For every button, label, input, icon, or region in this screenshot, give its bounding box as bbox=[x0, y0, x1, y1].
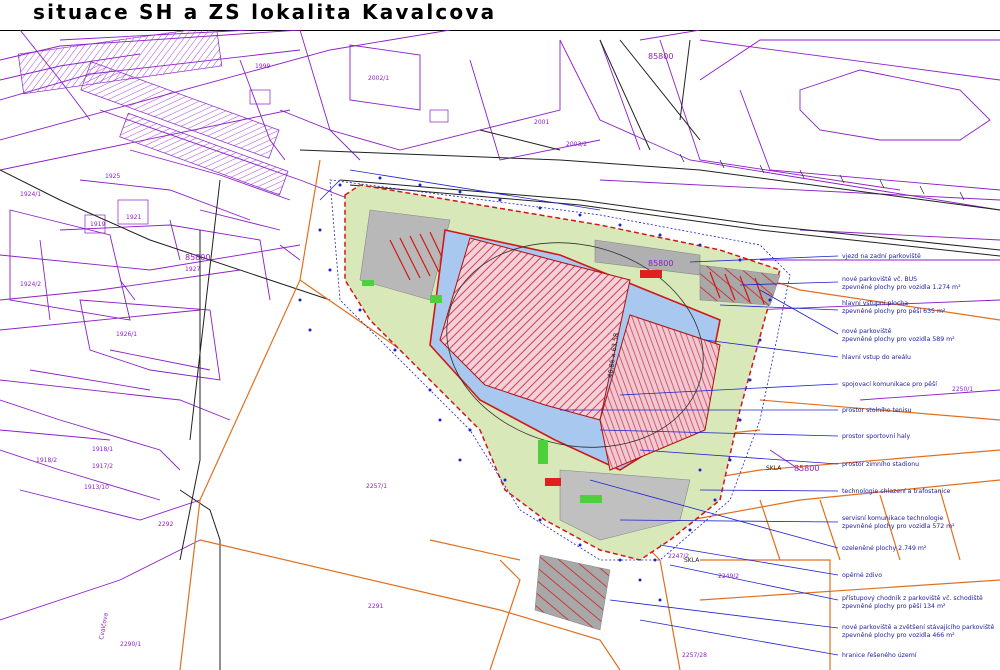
parcel-label: 2249/2 bbox=[718, 573, 739, 580]
red-block bbox=[640, 270, 662, 278]
parcel-label: 1925 bbox=[105, 173, 120, 180]
parcel-label: 1918/2 bbox=[36, 457, 57, 464]
grey-parking-bottom bbox=[534, 554, 611, 631]
map-page: situace SH a ZS lokalita Kavalcova 1999 … bbox=[0, 0, 1000, 670]
legend-entry: nové parkoviště vč. BUS bbox=[842, 275, 917, 283]
legend-entry: zpevněné plochy pro pěší 635 m² bbox=[842, 307, 946, 315]
legend-entry: technologie chlazení a trafostanice bbox=[842, 487, 951, 495]
building-label: SKLA bbox=[684, 557, 700, 564]
legend-entry: nové parkoviště bbox=[842, 327, 892, 335]
parcel-label: 2003/2 bbox=[566, 141, 587, 148]
parcel-label: 1924/2 bbox=[20, 281, 41, 288]
parcel-label: 1926/1 bbox=[116, 331, 137, 338]
legend-entry: opěrné zdivo bbox=[842, 571, 882, 579]
parcel-label: 1919 bbox=[90, 221, 105, 228]
parcel-label: 1927 bbox=[185, 266, 200, 273]
parcel-label: 2001 bbox=[534, 119, 549, 126]
legend-entry: servisní komunikace technologie bbox=[842, 514, 943, 522]
parcel-label: 2002/1 bbox=[368, 75, 389, 82]
red-block-2 bbox=[545, 478, 561, 486]
legend-entry: hranice řešeného území bbox=[842, 651, 917, 659]
parcel-label: 2291 bbox=[368, 603, 383, 610]
zone-code: 85800 bbox=[648, 259, 673, 268]
street-label: Cvalčova bbox=[98, 612, 110, 640]
parcel-label: 1913/10 bbox=[84, 484, 109, 491]
legend-entry: zpevněné plochy pro vozidla 572 m² bbox=[842, 522, 955, 530]
building-label: SKLA bbox=[766, 465, 782, 472]
rail-ticks bbox=[679, 153, 965, 201]
zone-code: 85800 bbox=[648, 52, 673, 61]
legend-entry: spojovací komunikace pro pěší bbox=[842, 380, 937, 388]
legend-entry: hlavní vstup do areálu bbox=[842, 353, 911, 361]
parcel-label: 1917/2 bbox=[92, 463, 113, 470]
parcel-label: 2292 bbox=[158, 521, 173, 528]
legend-entry: prostor zimního stadionu bbox=[842, 460, 919, 468]
legend-entry: vjezd na zadní parkoviště bbox=[842, 252, 921, 260]
legend-entry: hlavní vstupní plocha bbox=[842, 299, 908, 307]
zone-code: 85800 bbox=[794, 464, 819, 473]
legend-entry: zpevněné plochy pro vozidla 466 m² bbox=[842, 631, 955, 639]
parcel-label: 2250/1 bbox=[952, 386, 973, 393]
legend-entry: zpevněné plochy pro pěší 134 m² bbox=[842, 602, 946, 610]
legend-entry: ozeleněné plochy 2.749 m² bbox=[842, 544, 927, 552]
legend-entry: zpevněné plochy pro vozidla 1.274 m² bbox=[842, 283, 961, 291]
legend-entry: zpevněné plochy pro vozidla 589 m² bbox=[842, 335, 955, 343]
parcel-label: 2290/1 bbox=[120, 641, 141, 648]
parcel-label: 2257/1 bbox=[366, 483, 387, 490]
legend-entry: přístupový chodník z parkoviště vč. scho… bbox=[842, 594, 983, 602]
parcel-label: 2257/28 bbox=[682, 652, 707, 659]
map-title: situace SH a ZS lokalita Kavalcova bbox=[33, 0, 497, 24]
parcel-label: 1918/1 bbox=[92, 446, 113, 453]
legend-entry: nové parkoviště a zvětšení stávajícího p… bbox=[842, 623, 994, 631]
parcel-label: 1924/1 bbox=[20, 191, 41, 198]
parcel-label: 1921 bbox=[126, 214, 141, 221]
parcel-label: 1999 bbox=[255, 63, 270, 70]
legend: vjezd na zadní parkoviště nové parkovišt… bbox=[842, 252, 994, 659]
zone-code: 85800 bbox=[185, 253, 210, 262]
title-bar: situace SH a ZS lokalita Kavalcova bbox=[0, 0, 1000, 31]
legend-entry: prostor sportovní haly bbox=[842, 432, 910, 440]
site-plan-map: 1999 2002/1 2001 2003/2 1925 1924/1 1921… bbox=[0, 30, 1000, 670]
legend-entry: prostor stolního tenisu bbox=[842, 406, 912, 414]
